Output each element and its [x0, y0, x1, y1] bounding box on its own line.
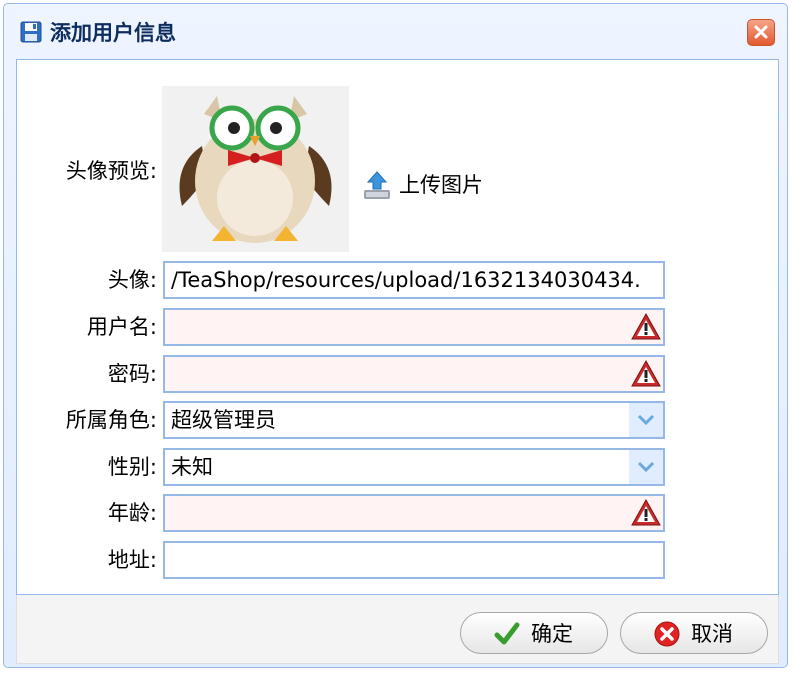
address-input[interactable] — [163, 541, 665, 579]
save-icon — [20, 21, 42, 43]
role-select[interactable]: 超级管理员 — [163, 401, 665, 439]
avatar-label: 头像: — [107, 268, 157, 292]
close-icon — [754, 25, 768, 39]
gender-label: 性别: — [107, 455, 157, 479]
avatar-path-value: /TeaShop/resources/upload/1632134030434. — [171, 268, 641, 292]
upload-icon — [364, 171, 390, 199]
age-label: 年龄: — [107, 501, 157, 525]
close-button[interactable] — [747, 19, 775, 46]
gender-dropdown-arrow[interactable] — [629, 450, 663, 484]
form-body: 头像预览: 上传图片 头像: /TeaShop/resources/upload… — [16, 59, 779, 595]
password-label: 密码: — [107, 362, 157, 386]
gender-value: 未知 — [171, 455, 213, 479]
address-label: 地址: — [107, 548, 157, 572]
warning-icon — [630, 359, 662, 389]
cancel-label: 取消 — [691, 622, 733, 646]
role-value: 超级管理员 — [171, 408, 276, 432]
avatar-preview-image — [162, 86, 349, 252]
age-input[interactable] — [163, 494, 665, 532]
avatar-path-input[interactable]: /TeaShop/resources/upload/1632134030434. — [163, 261, 665, 299]
confirm-label: 确定 — [531, 622, 573, 646]
dialog-footer: 确定 取消 — [16, 595, 779, 664]
confirm-button[interactable]: 确定 — [460, 612, 608, 654]
preview-label: 头像预览: — [65, 159, 157, 183]
upload-label: 上传图片 — [399, 173, 483, 197]
add-user-dialog: 添加用户信息 头像预览: 上传图片 头像: /TeaShop/resources… — [3, 3, 788, 668]
chevron-down-icon — [637, 414, 655, 426]
check-icon — [494, 622, 520, 645]
username-label: 用户名: — [86, 315, 157, 339]
warning-icon — [630, 498, 662, 528]
upload-button[interactable]: 上传图片 — [362, 170, 483, 202]
dialog-titlebar[interactable]: 添加用户信息 — [4, 4, 787, 58]
username-input[interactable] — [163, 308, 665, 346]
role-dropdown-arrow[interactable] — [629, 403, 663, 437]
cancel-button[interactable]: 取消 — [620, 612, 768, 654]
role-label: 所属角色: — [65, 408, 157, 432]
dialog-title: 添加用户信息 — [50, 21, 176, 45]
password-input[interactable] — [163, 355, 665, 393]
gender-select[interactable]: 未知 — [163, 448, 665, 486]
warning-icon — [630, 312, 662, 342]
chevron-down-icon — [637, 461, 655, 473]
cancel-icon — [654, 621, 680, 647]
